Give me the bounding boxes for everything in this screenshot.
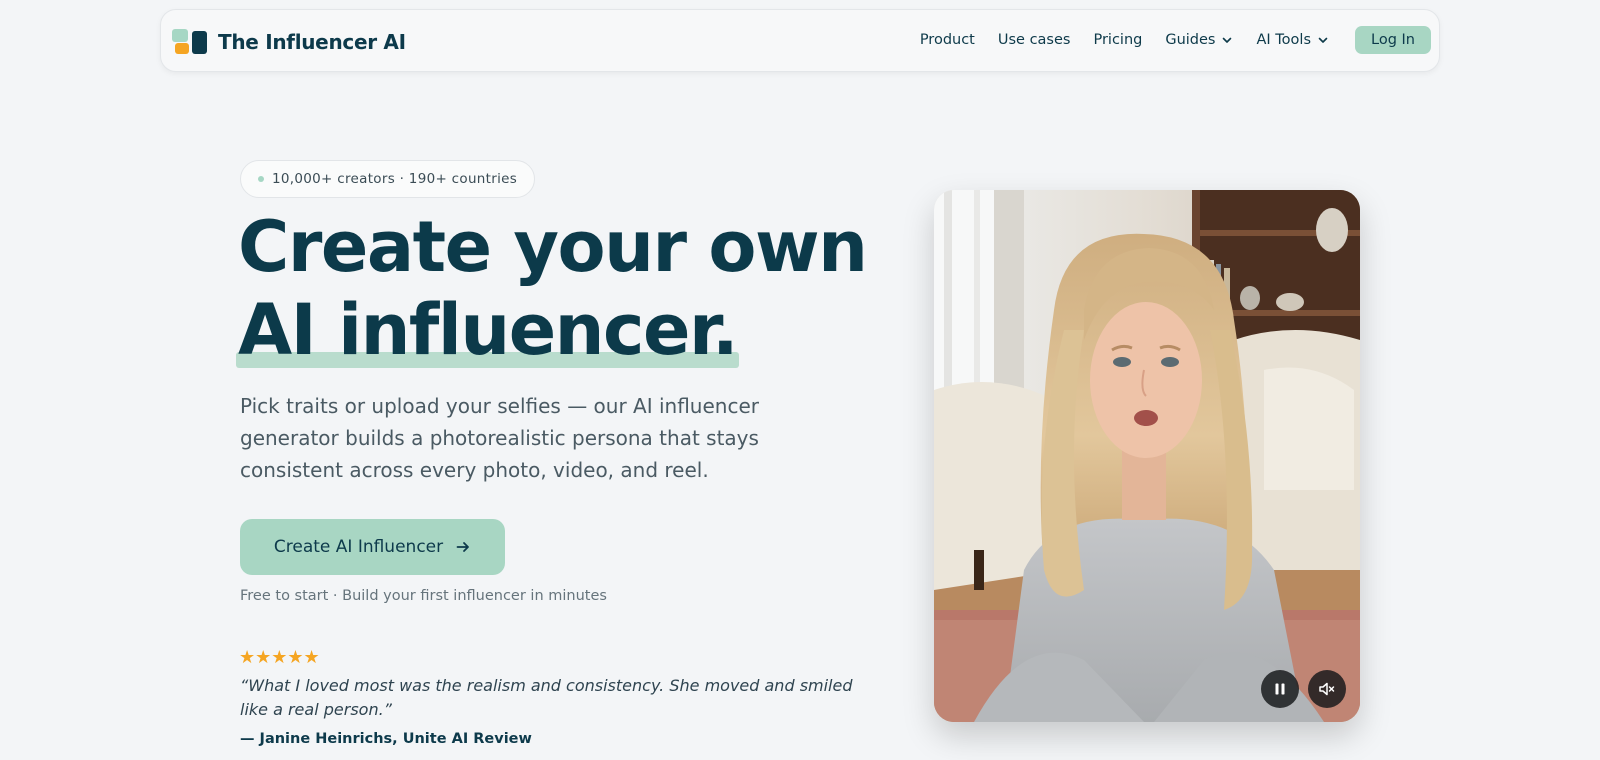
headline-line-1: Create your own: [238, 206, 868, 288]
rating-stars: ★★★★★: [239, 647, 320, 668]
nav-item-label: Product: [919, 32, 975, 48]
mute-button[interactable]: [1308, 670, 1346, 708]
social-proof-badge: 10,000+ creators · 190+ countries: [240, 160, 536, 198]
hero-video[interactable]: [934, 190, 1360, 722]
nav-item-label: Pricing: [1093, 32, 1143, 48]
nav-item-product[interactable]: Product: [920, 32, 975, 48]
badge-dot-icon: [258, 176, 264, 182]
login-button[interactable]: Log In: [1355, 26, 1431, 54]
nav-menu: Product Use cases Pricing Guides AI Tool…: [920, 26, 1431, 54]
mute-icon: [1319, 682, 1335, 696]
cta-fineprint: Free to start · Build your first influen…: [240, 588, 607, 604]
pause-icon: [1275, 683, 1285, 695]
video-frame-image: [934, 190, 1360, 722]
testimonial-quote: “What I loved most was the realism and c…: [240, 676, 853, 719]
chevron-down-icon: [1223, 37, 1232, 43]
nav-item-label: Use cases: [997, 32, 1071, 48]
nav-item-label: AI Tools: [1256, 32, 1312, 48]
nav-item-use-cases[interactable]: Use cases: [998, 32, 1071, 48]
hero-headline: Create your own AI influencer.: [236, 206, 868, 372]
top-nav: The Influencer AI Product Use cases Pric…: [160, 9, 1440, 72]
create-influencer-button[interactable]: Create AI Influencer: [240, 519, 505, 575]
headline-line-2-text: AI influencer.: [238, 289, 739, 371]
badge-text: 10,000+ creators · 190+ countries: [272, 171, 518, 187]
hero-subcopy: Pick traits or upload your selfies — our…: [240, 394, 759, 482]
testimonial-attribution: — Janine Heinrichs, Unite AI Review: [240, 731, 532, 747]
cta-label: Create AI Influencer: [273, 537, 444, 557]
nav-item-guides[interactable]: Guides: [1165, 32, 1233, 48]
nav-item-ai-tools[interactable]: AI Tools: [1256, 32, 1329, 48]
logo-mark-icon: [172, 28, 208, 56]
chevron-down-icon: [1318, 37, 1328, 43]
headline-line-2: AI influencer.: [236, 289, 740, 372]
brand-logo[interactable]: The Influencer AI: [172, 28, 406, 56]
pause-button[interactable]: [1261, 670, 1299, 708]
brand-name: The Influencer AI: [218, 30, 406, 54]
nav-item-label: Guides: [1165, 32, 1216, 48]
arrow-right-icon: [456, 542, 470, 552]
nav-item-pricing[interactable]: Pricing: [1093, 32, 1142, 48]
